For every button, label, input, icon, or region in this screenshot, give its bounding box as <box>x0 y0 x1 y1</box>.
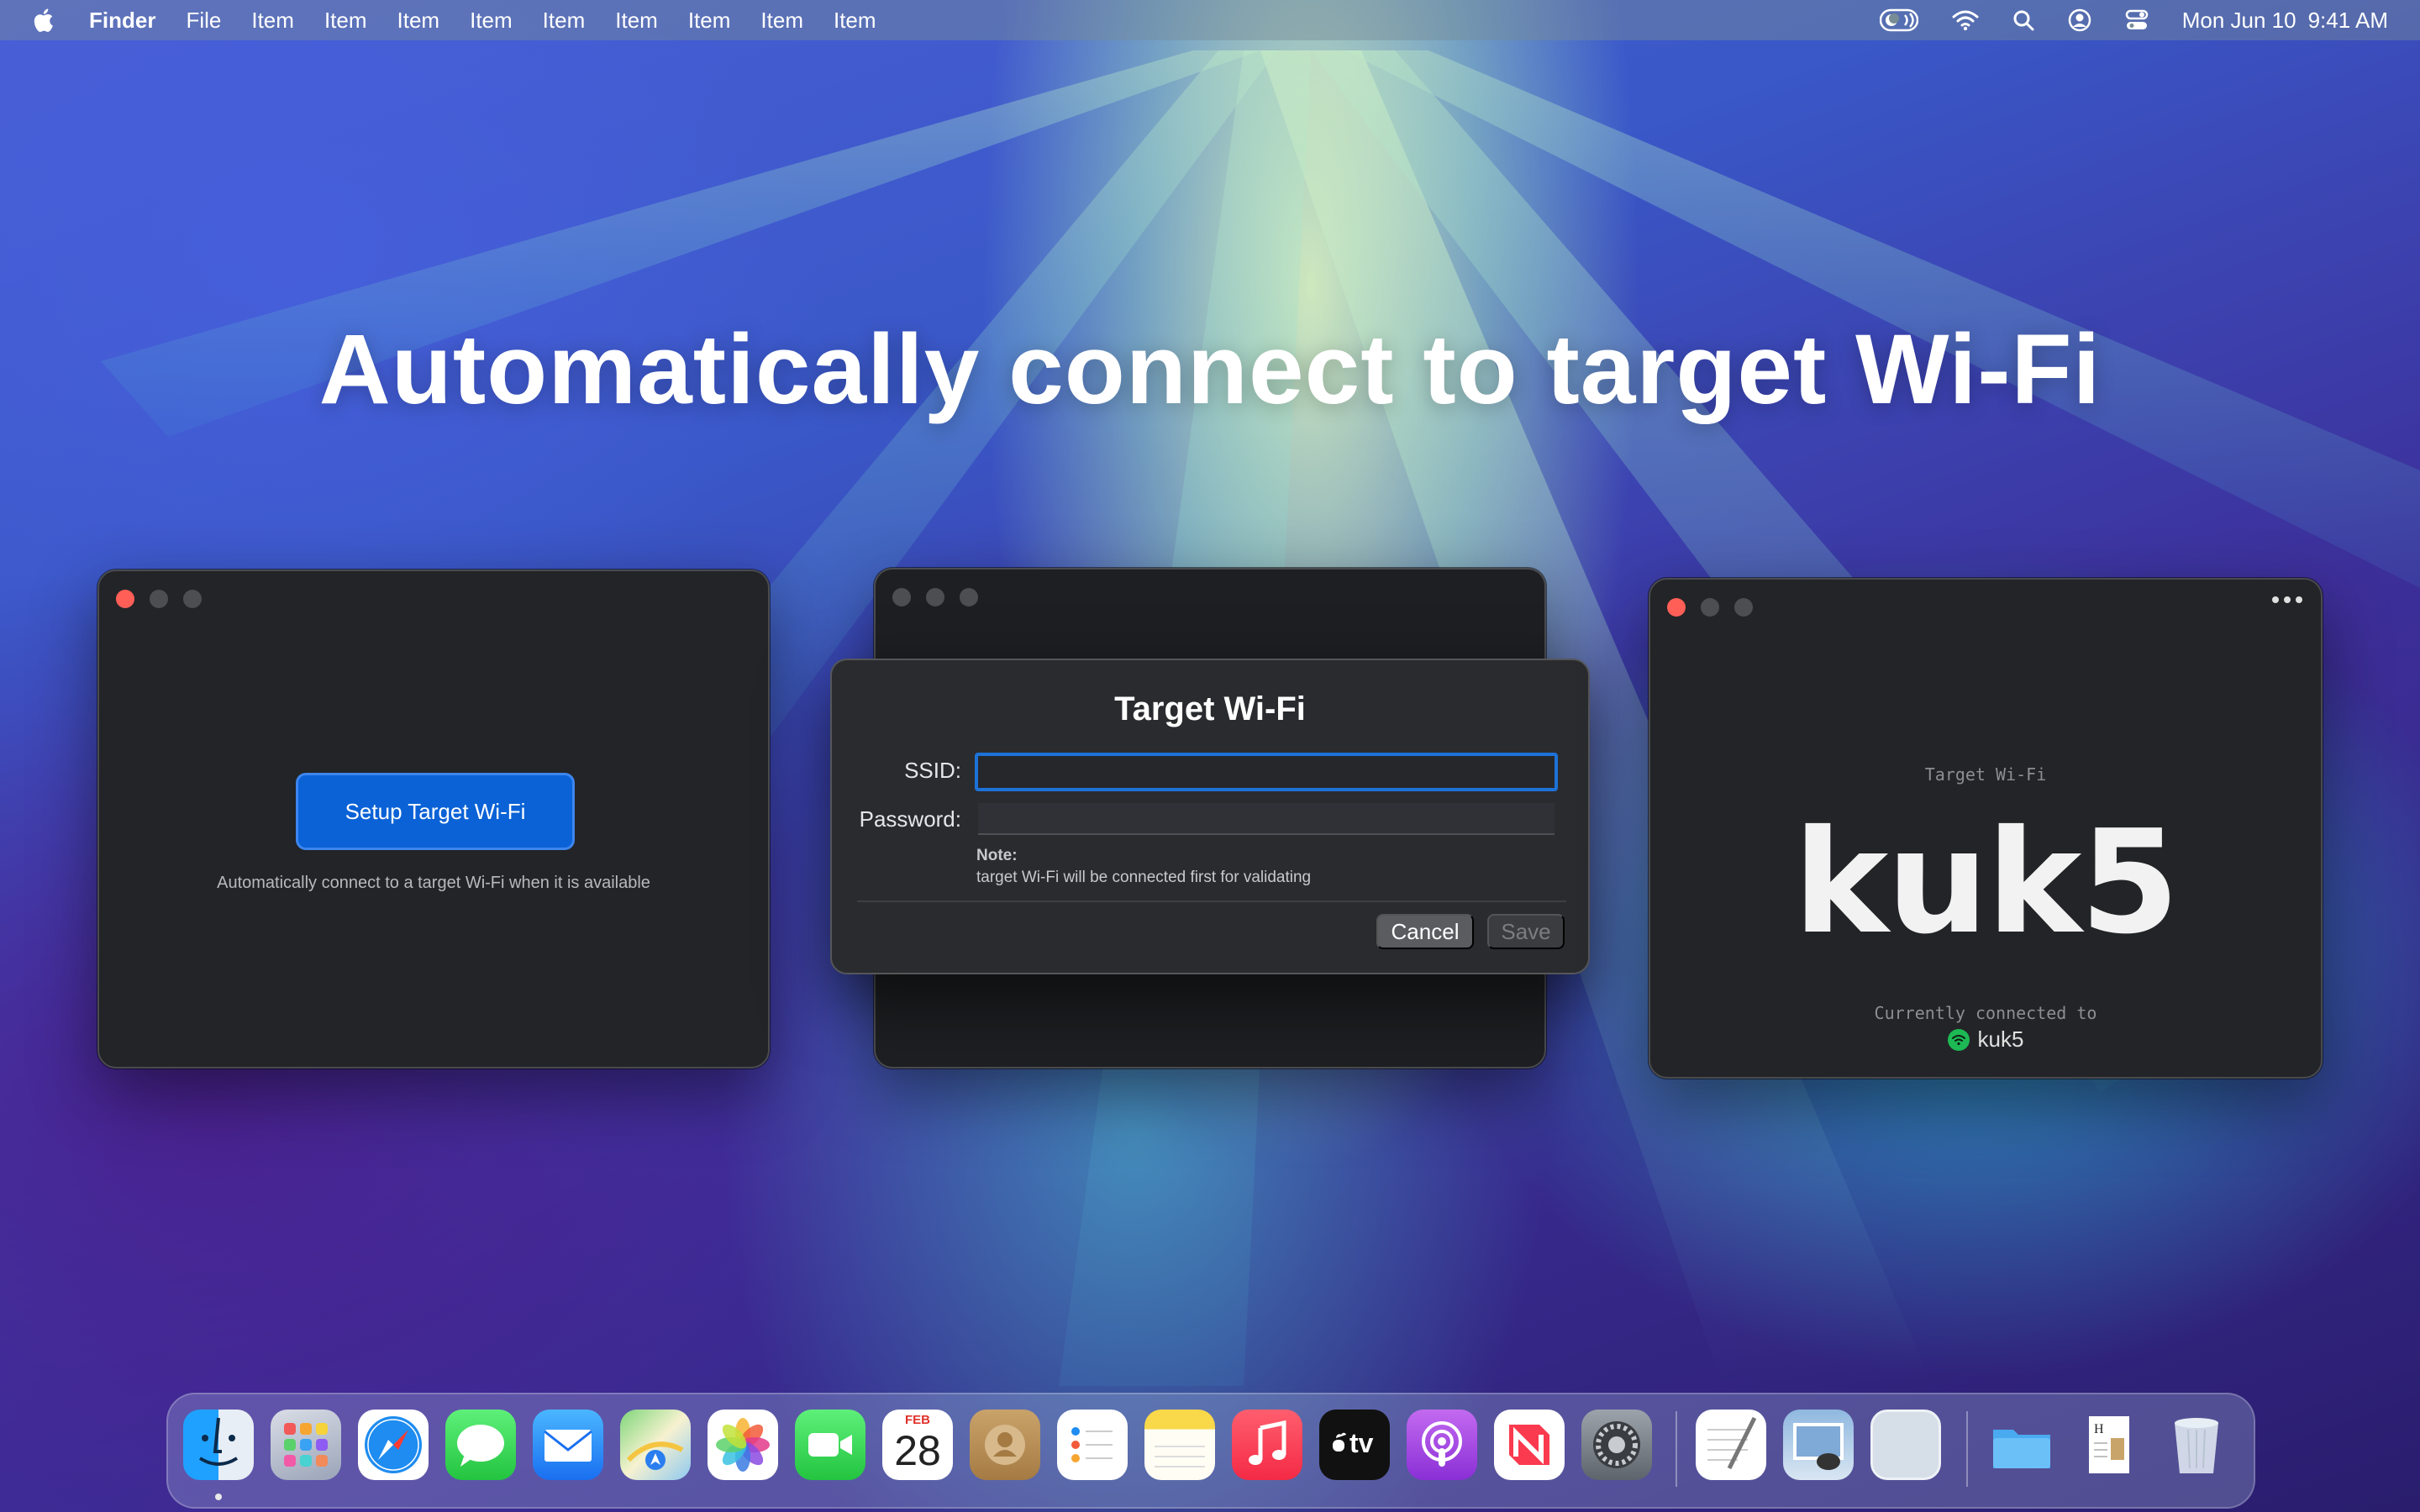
svg-text:H: H <box>2094 1422 2104 1436</box>
menu-date: Mon Jun 10 <box>2181 7 2296 33</box>
tv-label: tv <box>1349 1428 1374 1458</box>
control-center-icon[interactable] <box>2125 8 2149 32</box>
calendar-icon[interactable]: FEB 28 <box>882 1410 953 1480</box>
zoom-button[interactable] <box>1734 598 1753 617</box>
setup-window: Setup Target Wi-Fi Automatically connect… <box>97 570 770 1068</box>
connected-network: kuk5 <box>1650 1026 2321 1053</box>
spotlight-search-icon[interactable] <box>2012 9 2034 31</box>
save-button[interactable]: Save <box>1487 914 1565 949</box>
status-window: Target Wi-Fi kuk5 Currently connected to… <box>1649 578 2323 1079</box>
window-controls <box>892 588 978 606</box>
zoom-button[interactable] <box>960 588 978 606</box>
menu-item-7[interactable]: Item <box>688 8 731 34</box>
ssid-label: SSID: <box>904 758 961 783</box>
menu-item-8[interactable]: Item <box>760 8 803 34</box>
cancel-button[interactable]: Cancel <box>1376 914 1474 949</box>
document-icon[interactable]: H <box>2074 1410 2144 1480</box>
close-button[interactable] <box>892 588 911 606</box>
calendar-month: FEB <box>905 1413 930 1427</box>
finder-running-indicator <box>215 1494 222 1500</box>
dock-divider <box>1966 1411 1968 1487</box>
menu-item-3[interactable]: Item <box>397 8 440 34</box>
more-options-icon[interactable] <box>2272 596 2302 603</box>
target-wifi-label: Target Wi-Fi <box>1924 764 2047 785</box>
preview-icon[interactable] <box>1783 1410 1854 1480</box>
menu-time: 9:41 AM <box>2307 7 2388 33</box>
window-controls <box>116 590 202 608</box>
note-title: Note: <box>976 847 1018 864</box>
password-input[interactable] <box>978 803 1555 833</box>
minimize-button[interactable] <box>926 588 944 606</box>
app-icon[interactable] <box>1870 1410 1941 1480</box>
safari-icon[interactable] <box>358 1410 429 1480</box>
menu-item-1[interactable]: Item <box>251 8 294 34</box>
connected-ssid: kuk5 <box>1977 1026 2024 1052</box>
minimize-button[interactable] <box>150 590 168 608</box>
window-controls <box>1667 598 1753 617</box>
close-button[interactable] <box>116 590 134 608</box>
apple-menu-icon[interactable] <box>30 6 59 34</box>
menu-item-2[interactable]: Item <box>324 8 367 34</box>
textedit-icon[interactable] <box>1696 1410 1766 1480</box>
menu-clock[interactable]: Mon Jun 10 9:41 AM <box>2182 8 2388 34</box>
calendar-day: 28 <box>894 1427 941 1474</box>
trash-icon[interactable] <box>2161 1410 2232 1480</box>
wifi-connected-icon <box>1947 1028 1970 1051</box>
password-field[interactable] <box>978 803 1555 835</box>
folder-icon[interactable] <box>1986 1410 2057 1480</box>
menu-item-6[interactable]: Item <box>615 8 658 34</box>
dock: FEB 28 tv H <box>166 1393 2255 1509</box>
password-label: Password: <box>859 806 961 832</box>
menu-bar: Finder File Item Item Item Item Item Ite… <box>0 0 2420 40</box>
tv-icon[interactable]: tv <box>1319 1410 1390 1480</box>
maps-icon[interactable] <box>620 1410 691 1480</box>
ssid-input[interactable] <box>978 756 1555 788</box>
headline: Automatically connect to target Wi-Fi <box>318 314 2102 425</box>
launchpad-icon[interactable] <box>271 1410 341 1480</box>
facetime-icon[interactable] <box>795 1410 865 1480</box>
finder-icon[interactable] <box>183 1410 254 1480</box>
focus-status-icon[interactable] <box>1879 8 1918 33</box>
contacts-icon[interactable] <box>970 1410 1040 1480</box>
dialog-divider <box>857 900 1566 902</box>
note-text: target Wi-Fi will be connected first for… <box>976 869 1312 886</box>
user-account-icon[interactable] <box>2068 8 2091 32</box>
photos-icon[interactable] <box>708 1410 778 1480</box>
connected-label: Currently connected to <box>1874 1003 2097 1023</box>
zoom-button[interactable] <box>183 590 202 608</box>
target-wifi-dialog: Target Wi-Fi SSID: Password: Note: targe… <box>830 659 1590 974</box>
setup-target-wifi-button[interactable]: Setup Target Wi-Fi <box>296 773 575 850</box>
menu-file[interactable]: File <box>186 8 221 34</box>
dock-divider <box>1676 1411 1677 1487</box>
wifi-icon[interactable] <box>1952 9 1979 31</box>
ssid-field[interactable] <box>975 753 1558 791</box>
reminders-icon[interactable] <box>1057 1410 1128 1480</box>
messages-icon[interactable] <box>445 1410 516 1480</box>
podcasts-icon[interactable] <box>1407 1410 1477 1480</box>
system-settings-icon[interactable] <box>1581 1410 1652 1480</box>
target-ssid: kuk5 <box>1793 800 2179 966</box>
minimize-button[interactable] <box>1701 598 1719 617</box>
close-button[interactable] <box>1667 598 1686 617</box>
setup-caption: Automatically connect to a target Wi-Fi … <box>217 874 650 892</box>
news-icon[interactable] <box>1494 1410 1565 1480</box>
menu-app-name[interactable]: Finder <box>89 8 155 34</box>
menu-item-9[interactable]: Item <box>834 8 876 34</box>
menu-item-4[interactable]: Item <box>470 8 513 34</box>
music-icon[interactable] <box>1232 1410 1302 1480</box>
mail-icon[interactable] <box>533 1410 603 1480</box>
menu-item-5[interactable]: Item <box>543 8 586 34</box>
notes-icon[interactable] <box>1144 1410 1215 1480</box>
dialog-title: Target Wi-Fi <box>1114 690 1306 727</box>
